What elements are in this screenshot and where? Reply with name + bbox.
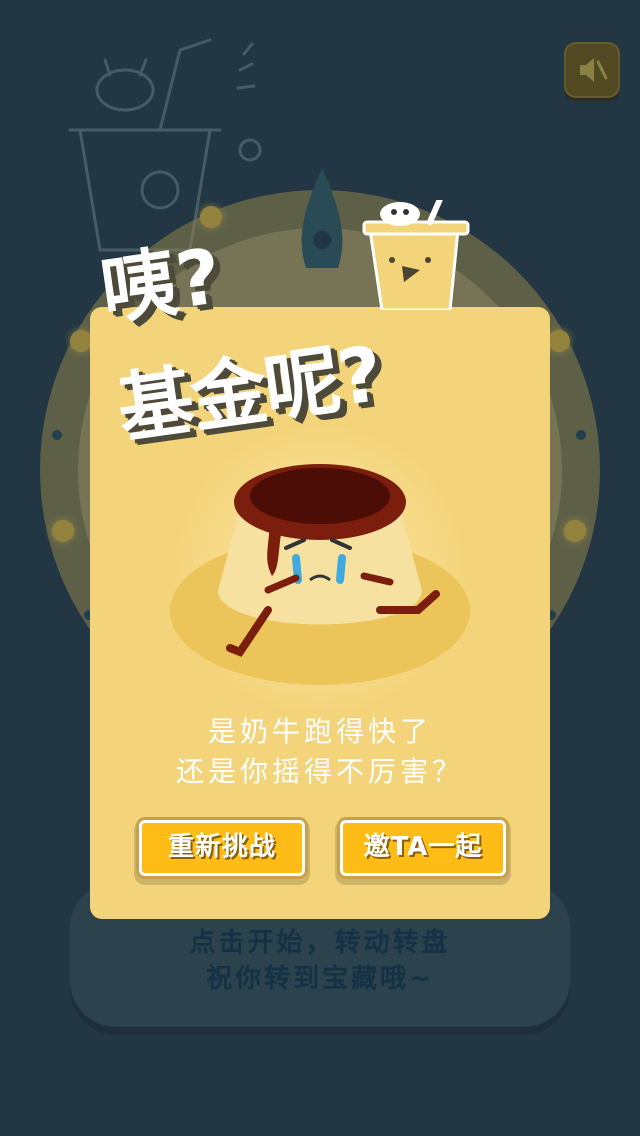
retry-button[interactable]: 重新挑战 — [139, 820, 305, 876]
crying-pudding-illustration — [218, 464, 440, 657]
milk-tea-cup-illustration — [362, 200, 470, 310]
invite-friend-button[interactable]: 邀TA一起 — [340, 820, 506, 876]
modal-message-line-2: 还是你摇得不厉害？ — [175, 755, 464, 788]
modal-message-line-1: 是奶牛跑得快了 — [207, 715, 432, 748]
modal-title-line-1: 咦? — [95, 231, 227, 336]
